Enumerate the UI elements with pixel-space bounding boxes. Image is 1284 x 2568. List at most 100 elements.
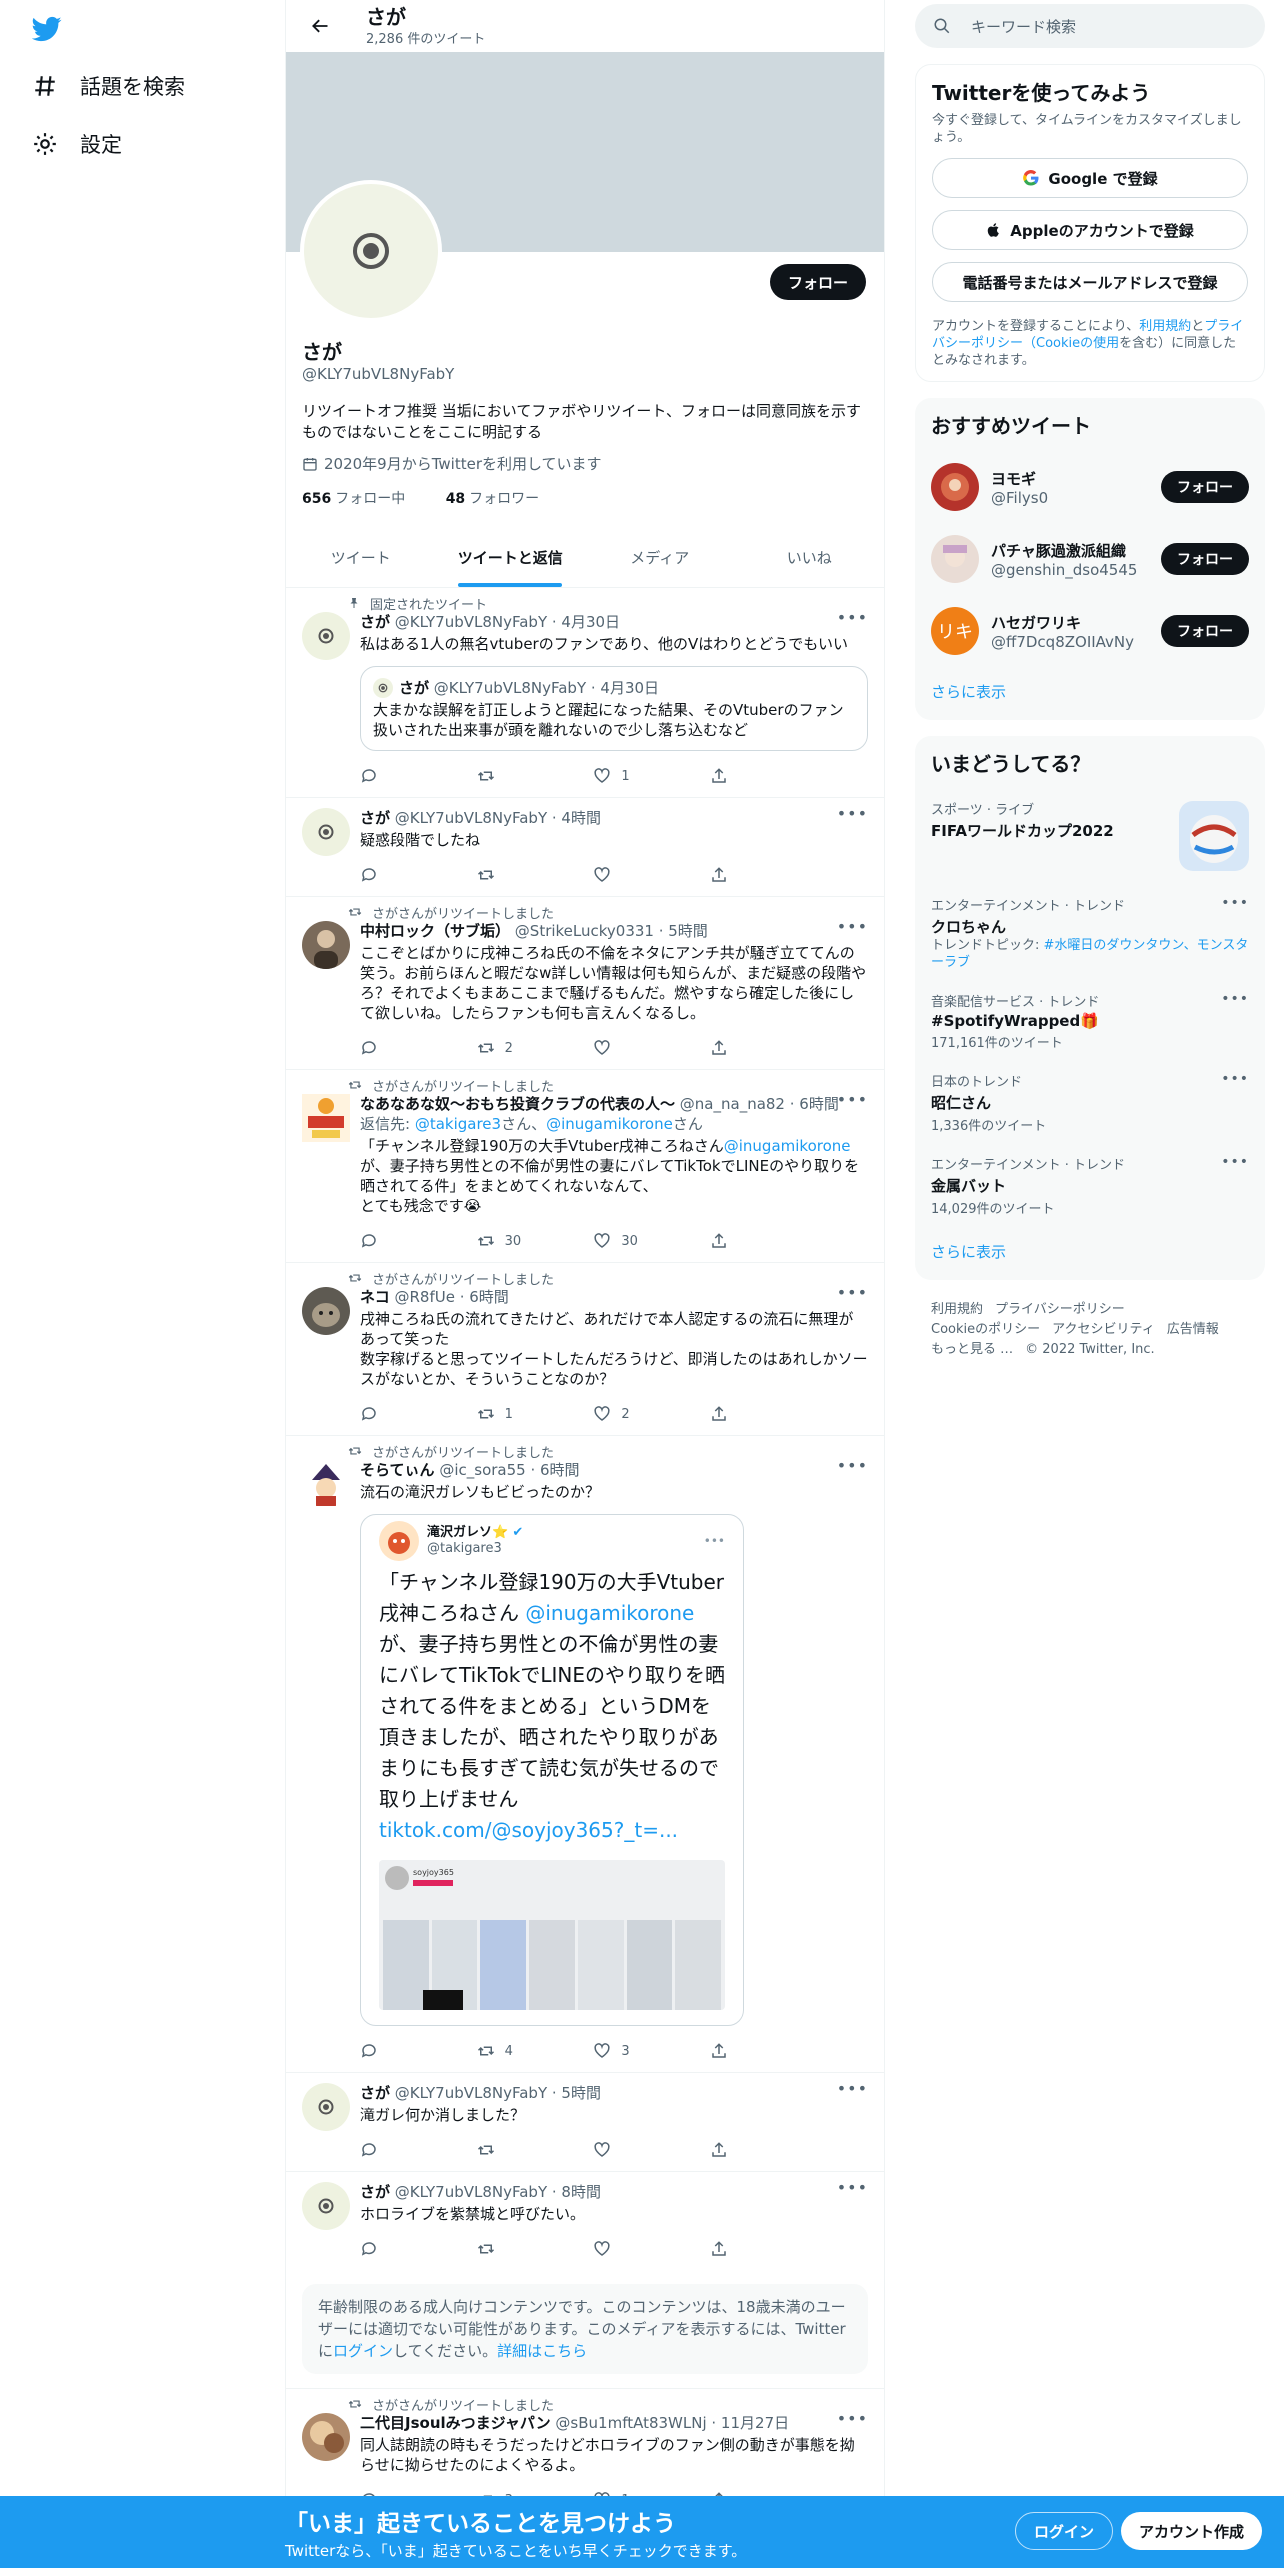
retweet-button[interactable]: 2: [477, 1037, 557, 1059]
twitter-logo-icon[interactable]: [31, 14, 62, 48]
reply-button[interactable]: [360, 1230, 440, 1252]
login-link[interactable]: ログイン: [333, 2342, 393, 2360]
tweet-pinned[interactable]: 固定されたツイート さが @KLY7ubVL8NyFabY · 4月30日 •••…: [286, 588, 884, 798]
follow-button[interactable]: フォロー: [769, 264, 866, 300]
reply-button[interactable]: [360, 2139, 440, 2161]
suggested-user[interactable]: ヨモギ @Filys0 フォロー: [915, 451, 1265, 523]
tweet-avatar[interactable]: [302, 1287, 350, 1335]
profile-avatar[interactable]: [300, 180, 442, 322]
more-icon[interactable]: •••: [1221, 895, 1249, 911]
tweet-avatar[interactable]: [302, 808, 350, 856]
nav-settings[interactable]: 設定: [32, 116, 122, 172]
tweet-author[interactable]: さが: [360, 2183, 390, 2201]
more-icon[interactable]: •••: [837, 1283, 868, 1303]
tweet-avatar[interactable]: [302, 1094, 350, 1142]
reply-button[interactable]: [360, 864, 440, 886]
following-link[interactable]: 656 フォロー中: [302, 491, 423, 507]
terms-link[interactable]: 利用規約: [1139, 319, 1191, 334]
tweet-author[interactable]: 中村ロック（サブ垢）: [360, 922, 510, 940]
share-button[interactable]: [710, 1037, 790, 1059]
tweet-avatar[interactable]: [302, 921, 350, 969]
reply-button[interactable]: [360, 1037, 440, 1059]
tweet-author[interactable]: そらてぃん: [360, 1461, 435, 1479]
retweet-button[interactable]: [477, 864, 557, 886]
more-icon[interactable]: •••: [837, 608, 868, 628]
tweet-author[interactable]: なあなあな奴～おもち投資クラブの代表の人～: [360, 1095, 675, 1113]
more-icon[interactable]: •••: [837, 2079, 868, 2099]
reply-button[interactable]: [360, 2040, 440, 2062]
google-signup-button[interactable]: Google で登録: [932, 158, 1248, 198]
tab-likes[interactable]: いいね: [735, 528, 885, 587]
followers-link[interactable]: 48 フォロワー: [446, 491, 557, 507]
show-more-link[interactable]: さらに表示: [915, 1227, 1265, 1280]
apple-signup-button[interactable]: Appleのアカウントで登録: [932, 210, 1248, 250]
reply-mention[interactable]: @inugamikorone: [546, 1115, 673, 1133]
like-button[interactable]: 3: [593, 2040, 673, 2062]
retweet-button[interactable]: 30: [477, 1230, 557, 1252]
reply-mention[interactable]: @takigare3: [415, 1115, 501, 1133]
share-button[interactable]: [710, 2238, 790, 2260]
tweet-author[interactable]: 二代目Jsoulみつまジャパン: [360, 2414, 551, 2432]
share-button[interactable]: [710, 1403, 790, 1425]
tweet[interactable]: さがさんがリツイートしました ネコ @R8fUe · 6時間 ••• 戌神ころね氏…: [286, 1263, 884, 1436]
more-icon[interactable]: •••: [1221, 1071, 1249, 1087]
tweet-author[interactable]: さが: [360, 613, 390, 631]
reply-button[interactable]: [360, 765, 440, 787]
tweet-avatar[interactable]: [302, 2413, 350, 2461]
tweet-avatar[interactable]: [302, 2083, 350, 2131]
suggested-user[interactable]: パチャ豚過激派組織 @genshin_dso4545 フォロー: [915, 523, 1265, 595]
phone-email-signup-button[interactable]: 電話番号またはメールアドレスで登録: [932, 262, 1248, 302]
trend-item[interactable]: 日本のトレンド 昭仁さん 1,336件のツイート •••: [915, 1061, 1265, 1144]
learn-more-link[interactable]: 詳細はこちら: [497, 2342, 587, 2360]
trend-item[interactable]: エンターテインメント · トレンド 金属バット 14,029件のツイート •••: [915, 1144, 1265, 1227]
tweet[interactable]: さがさんがリツイートしました 中村ロック（サブ垢） @StrikeLucky03…: [286, 897, 884, 1070]
tweet[interactable]: さがさんがリツイートしました そらてぃん @ic_sora55 · 6時間 •••…: [286, 1436, 884, 2073]
footer-ads-link[interactable]: 広告情報: [1167, 1322, 1219, 1337]
follow-button[interactable]: フォロー: [1161, 615, 1249, 647]
tab-tweets-replies[interactable]: ツイートと返信: [436, 528, 586, 587]
reply-button[interactable]: [360, 2238, 440, 2260]
show-more-link[interactable]: さらに表示: [915, 667, 1265, 720]
like-button[interactable]: 2: [593, 1403, 673, 1425]
trend-item[interactable]: スポーツ · ライブ FIFAワールドカップ2022: [915, 789, 1265, 885]
footer-more-link[interactable]: もっと見る …: [931, 1342, 1013, 1357]
reply-button[interactable]: [360, 1403, 440, 1425]
footer-cookie-link[interactable]: Cookieのポリシー: [931, 1322, 1040, 1337]
follow-button[interactable]: フォロー: [1161, 471, 1249, 503]
retweet-button[interactable]: 1: [477, 1403, 557, 1425]
more-icon[interactable]: •••: [1221, 991, 1249, 1007]
trend-item[interactable]: エンターテインメント · トレンド クロちゃん トレンドトピック: #水曜日のダ…: [915, 885, 1265, 981]
retweet-button[interactable]: 4: [477, 2040, 557, 2062]
share-button[interactable]: [710, 1230, 790, 1252]
more-icon[interactable]: •••: [1221, 1154, 1249, 1170]
nav-explore[interactable]: 話題を検索: [32, 58, 185, 114]
mention-link[interactable]: @inugamikorone: [724, 1137, 851, 1155]
retweet-button[interactable]: [477, 765, 557, 787]
share-button[interactable]: [710, 864, 790, 886]
login-button[interactable]: ログイン: [1015, 2512, 1114, 2550]
more-icon[interactable]: •••: [837, 1456, 868, 1476]
like-button[interactable]: 30: [593, 1230, 673, 1252]
signup-button[interactable]: アカウント作成: [1121, 2512, 1263, 2550]
share-button[interactable]: [710, 765, 790, 787]
like-button[interactable]: [593, 864, 673, 886]
tweet-author[interactable]: さが: [360, 2084, 390, 2102]
tab-tweets[interactable]: ツイート: [286, 528, 436, 587]
like-button[interactable]: 1: [593, 765, 673, 787]
share-button[interactable]: [710, 2139, 790, 2161]
tweet-media-image[interactable]: 滝沢ガレソ⭐ ✔ @takigare3 ••• 「チャンネル登録190万の大手V…: [360, 1514, 744, 2026]
suggested-user[interactable]: リキ ハセガワリキ @ff7Dcq8ZOIIAvNy フォロー: [915, 595, 1265, 667]
tweet[interactable]: さがさんがリツイートしました なあなあな奴～おもち投資クラブの代表の人～ @na…: [286, 1070, 884, 1263]
more-icon[interactable]: •••: [837, 917, 868, 937]
tweet-avatar[interactable]: [302, 612, 350, 660]
quote-tweet[interactable]: さが @KLY7ubVL8NyFabY · 4月30日 大まかな誤解を訂正しよう…: [360, 666, 868, 751]
retweet-button[interactable]: [477, 2139, 557, 2161]
share-button[interactable]: [710, 2040, 790, 2062]
more-icon[interactable]: •••: [837, 2409, 868, 2429]
tweet-avatar[interactable]: [302, 1460, 350, 1508]
tab-media[interactable]: メディア: [585, 528, 735, 587]
like-button[interactable]: [593, 2238, 673, 2260]
retweet-button[interactable]: [477, 2238, 557, 2260]
more-icon[interactable]: •••: [837, 804, 868, 824]
tweet-author[interactable]: ネコ: [360, 1288, 390, 1306]
